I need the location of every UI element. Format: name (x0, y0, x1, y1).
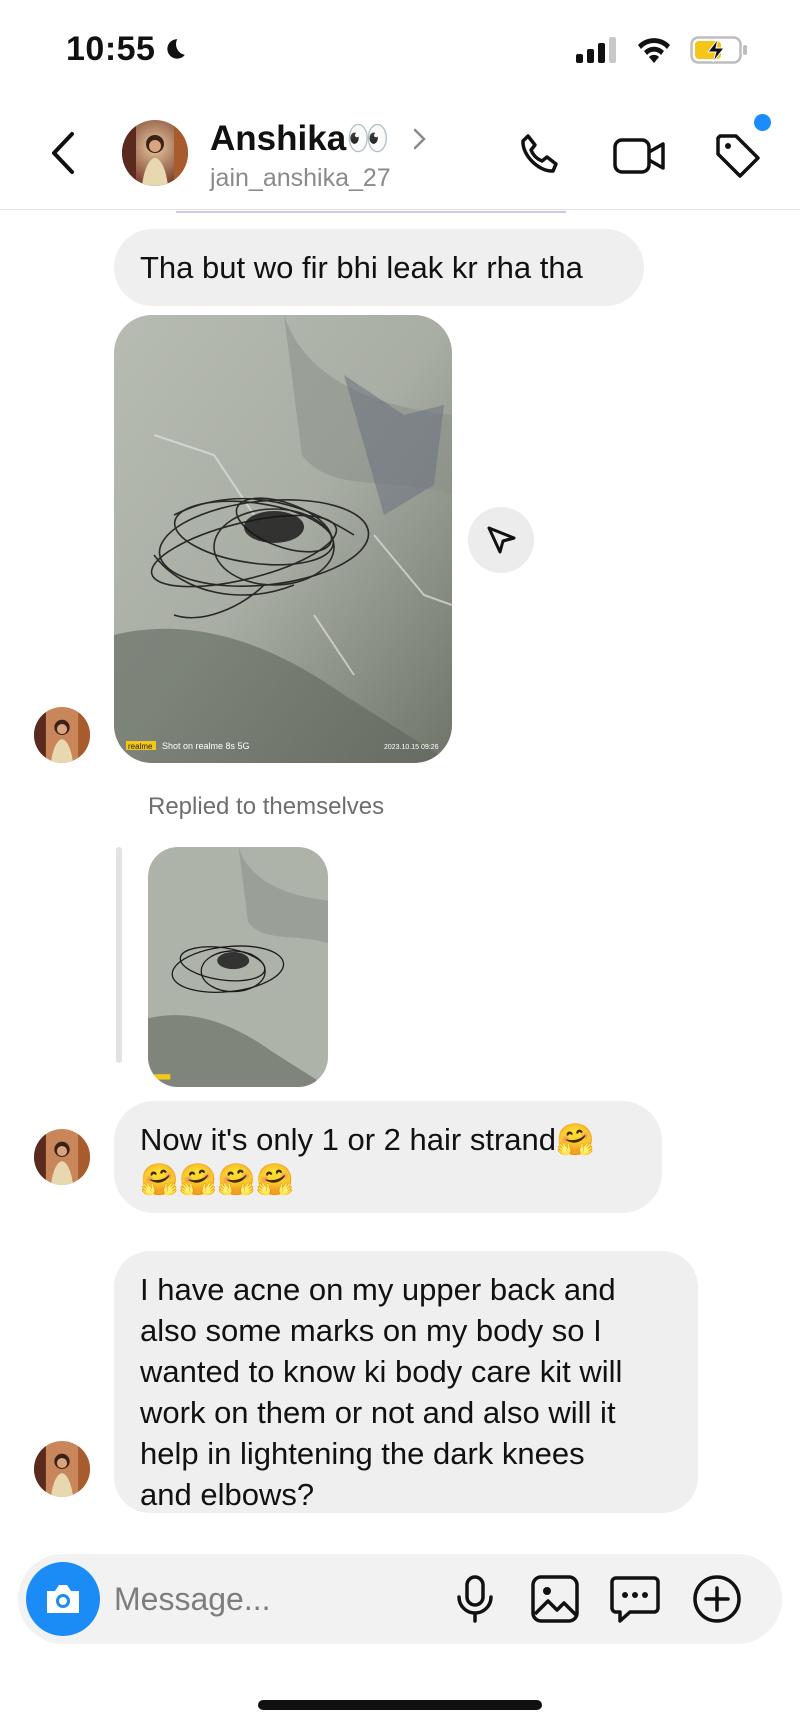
message-bubble[interactable]: Tha but wo fir bhi leak kr rha tha (114, 229, 644, 306)
message-text-line: also some marks on my body so I (140, 1313, 602, 1348)
avatar-image (34, 1441, 90, 1497)
message-text-line: and elbows? (140, 1477, 315, 1512)
plus-circle-icon (693, 1575, 741, 1623)
tag-button[interactable] (712, 130, 764, 182)
photo-message[interactable]: realme Shot on realme 8s 5G 2023.10.15 0… (114, 315, 452, 763)
chevron-right-icon (413, 128, 426, 149)
image-icon (531, 1575, 579, 1623)
chat-header: Anshika👀 jain_anshika_27 (0, 100, 800, 210)
voice-message-button[interactable] (448, 1572, 502, 1626)
sender-avatar[interactable] (34, 1441, 90, 1497)
send-icon (487, 526, 516, 554)
time-text: 10:55 (66, 30, 156, 68)
message-text-line: work on them or not and also will it (140, 1395, 616, 1430)
replied-photo[interactable] (148, 847, 328, 1087)
contact-name-text: Anshika👀 (210, 119, 390, 158)
reply-context-label: Replied to themselves (148, 793, 385, 820)
status-time: 10:55 (66, 30, 187, 69)
sticker-button[interactable] (608, 1572, 662, 1626)
camera-button[interactable] (26, 1562, 100, 1636)
emoji-line: 🤗🤗🤗🤗 (140, 1162, 295, 1198)
message-text-line: help in lightening the dark knees (140, 1436, 585, 1471)
sender-avatar[interactable] (34, 1129, 90, 1185)
sender-avatar[interactable] (34, 707, 90, 763)
video-call-button[interactable] (612, 130, 665, 182)
message-bubble[interactable]: I have acne on my upper back and also so… (114, 1251, 698, 1513)
chevron-left-icon (52, 132, 74, 174)
avatar-image (34, 1129, 90, 1185)
hair-photo-image: realme Shot on realme 8s 5G 2023.10.15 0… (114, 315, 452, 763)
avatar-image (122, 120, 188, 186)
message-text-line: I have acne on my upper back and (140, 1272, 616, 1307)
message-text-line: Now it's only 1 or 2 hair strand🤗 (140, 1122, 595, 1157)
more-options-button[interactable] (690, 1572, 744, 1626)
reply-indicator-bar (116, 847, 122, 1063)
moon-icon (167, 38, 186, 59)
contact-avatar[interactable] (122, 120, 188, 186)
hair-photo-thumbnail (148, 847, 328, 1087)
watermark-brand: realme (128, 742, 153, 751)
message-text-line: wanted to know ki body care kit will (140, 1354, 623, 1389)
previous-message-edge (176, 211, 566, 213)
audio-call-button[interactable] (514, 130, 566, 182)
wifi-icon (638, 38, 670, 63)
chat-bubble-icon (610, 1576, 660, 1623)
message-composer (18, 1554, 782, 1644)
battery-charging-icon (690, 36, 747, 64)
back-button[interactable] (44, 128, 84, 178)
message-input[interactable] (114, 1572, 414, 1626)
share-button[interactable] (468, 507, 534, 573)
contact-username: jain_anshika_27 (210, 164, 391, 192)
signal-icon (576, 37, 616, 63)
watermark-text: Shot on realme 8s 5G (162, 741, 250, 751)
gallery-button[interactable] (528, 1572, 582, 1626)
video-camera-icon (613, 138, 665, 174)
notification-dot (754, 114, 771, 131)
message-bubble[interactable]: Now it's only 1 or 2 hair strand🤗 🤗🤗🤗🤗 (114, 1101, 662, 1213)
status-bar: 10:55 (0, 0, 800, 100)
contact-name[interactable]: Anshika👀 (210, 118, 432, 159)
home-indicator (258, 1700, 542, 1710)
tag-icon (716, 134, 760, 178)
camera-icon (47, 1585, 79, 1613)
avatar-image (34, 707, 90, 763)
chat-thread[interactable]: Tha but wo fir bhi leak kr rha tha realm… (0, 211, 800, 1551)
message-text: Tha but wo fir bhi leak kr rha tha (140, 250, 583, 285)
watermark-date: 2023.10.15 09:26 (384, 744, 439, 751)
phone-icon (521, 134, 558, 173)
microphone-icon (457, 1575, 493, 1623)
status-icons (576, 36, 748, 64)
